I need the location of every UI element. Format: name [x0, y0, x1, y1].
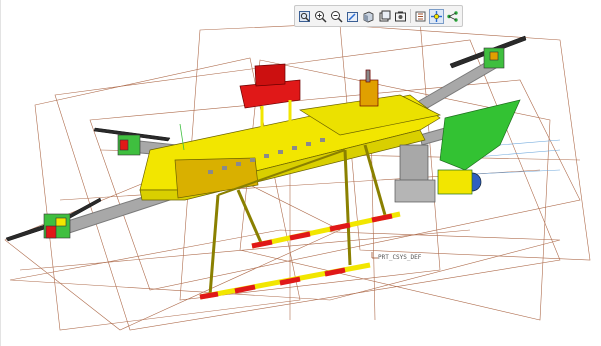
- zoom-in-button[interactable]: [313, 9, 328, 24]
- annotation-display-button[interactable]: [445, 9, 460, 24]
- view-manager-icon: [395, 11, 406, 21]
- datum-display-button[interactable]: [413, 9, 428, 24]
- zoom-in-icon: [315, 10, 327, 23]
- drone-3d-model[interactable]: [0, 0, 601, 346]
- spin-center-button[interactable]: [429, 8, 444, 24]
- saved-views-button[interactable]: [377, 9, 392, 24]
- display-style-button[interactable]: [361, 9, 376, 24]
- datum-display-icon: [415, 11, 426, 21]
- repaint-icon: [347, 11, 358, 22]
- spin-center-icon: [431, 10, 442, 22]
- display-style-icon: [363, 11, 374, 22]
- zoom-out-icon: [331, 10, 343, 23]
- repaint-button[interactable]: [345, 9, 360, 24]
- saved-views-icon: [379, 10, 391, 21]
- zoom-out-button[interactable]: [329, 9, 344, 24]
- zoom-fit-icon: [299, 10, 310, 22]
- annotation-display-icon: [447, 10, 458, 22]
- view-manager-button[interactable]: [393, 9, 408, 24]
- view-toolbar: [294, 5, 463, 27]
- graphics-window[interactable]: PRT_CSYS_DEF: [0, 0, 601, 346]
- landing-skids: [199, 211, 401, 300]
- zoom-fit-button[interactable]: [297, 9, 312, 24]
- csys-label: PRT_CSYS_DEF: [378, 254, 422, 261]
- toolbar-separator: [410, 9, 411, 23]
